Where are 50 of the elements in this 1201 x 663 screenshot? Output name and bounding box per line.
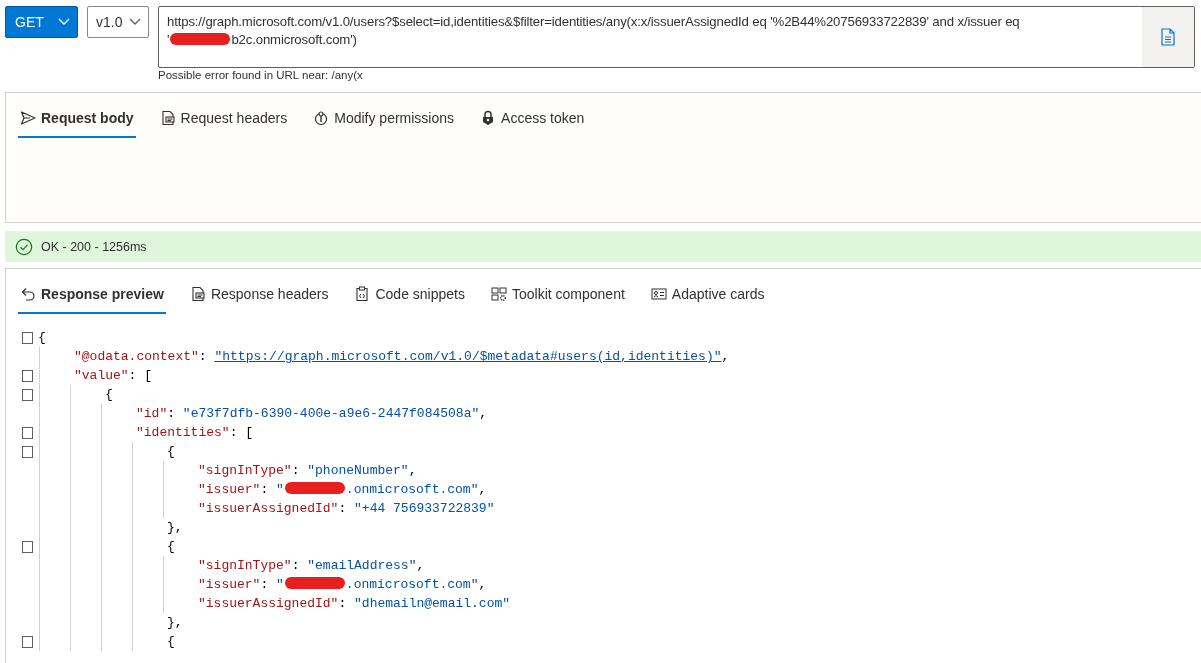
- tab[interactable]: Response preview: [18, 280, 166, 314]
- tab[interactable]: Request body: [18, 104, 136, 138]
- code-line: "issuerAssignedId": "dhemailn@email.com": [197, 596, 511, 611]
- status-text: OK - 200 - 1256ms: [41, 239, 147, 254]
- url-error-hint: Possible error found in URL near: /any(x: [158, 69, 364, 81]
- tab[interactable]: Adaptive cards: [648, 280, 767, 314]
- fold-toggle[interactable]: [22, 331, 33, 344]
- code-line: {: [166, 444, 175, 459]
- code-line: },: [166, 520, 183, 535]
- code-line: },: [166, 615, 183, 630]
- fold-toggle[interactable]: [22, 426, 33, 439]
- code-line: {: [37, 330, 46, 345]
- send-icon: [20, 110, 36, 126]
- component-gear-icon: [491, 286, 507, 302]
- code-line: "identities": [: [135, 425, 254, 440]
- check-circle-icon: [15, 237, 33, 256]
- tab[interactable]: Toolkit component: [489, 280, 627, 314]
- undo-icon: [20, 286, 36, 302]
- code-line: "signInType": "phoneNumber",: [197, 463, 417, 478]
- tab[interactable]: Modify permissions: [311, 104, 457, 138]
- code-line: {: [166, 634, 175, 649]
- fold-toggle[interactable]: [22, 369, 33, 382]
- document-icon: [159, 110, 176, 126]
- code-line: {: [104, 387, 113, 402]
- url-link[interactable]: "https://graph.microsoft.com/v1.0/$metadata#users(id,identities)": [214, 349, 722, 364]
- code-line: "issuer": " .onmicrosoft.com",: [197, 482, 487, 497]
- code-line: {: [166, 539, 175, 554]
- code-line: "issuer": " .onmicrosoft.com",: [197, 577, 487, 592]
- tab[interactable]: Access token: [478, 104, 587, 138]
- tab[interactable]: Response headers: [187, 280, 331, 314]
- method-dropdown[interactable]: GET: [5, 6, 78, 38]
- redaction-mark: [284, 482, 345, 494]
- code-line: "issuerAssignedId": "+44 756933722839": [197, 501, 495, 516]
- fold-toggle[interactable]: [22, 540, 33, 553]
- chevron-down-icon: [129, 18, 141, 26]
- clipboard-code-icon: [354, 286, 371, 302]
- redaction-mark: [284, 577, 345, 589]
- card-icon: [650, 286, 667, 302]
- code-line: "value": [: [73, 368, 152, 383]
- chevron-down-icon: [58, 18, 70, 26]
- version-dropdown[interactable]: v1.0: [87, 6, 149, 38]
- fold-toggle[interactable]: [22, 635, 33, 648]
- document-icon: [189, 286, 206, 302]
- code-line: "signInType": "emailAddress",: [197, 558, 425, 573]
- fold-toggle[interactable]: [22, 388, 33, 401]
- tab[interactable]: Request headers: [157, 104, 290, 138]
- code-line: "@odata.context": "https://graph.microsoft.com/v1.0/$metadata#users(id,identities)",: [73, 349, 730, 364]
- tab[interactable]: Code snippets: [352, 280, 467, 314]
- code-line: "id": "e73f7dfb-6390-400e-a9e6-2447f084508a",: [135, 406, 488, 421]
- fold-toggle[interactable]: [22, 445, 33, 458]
